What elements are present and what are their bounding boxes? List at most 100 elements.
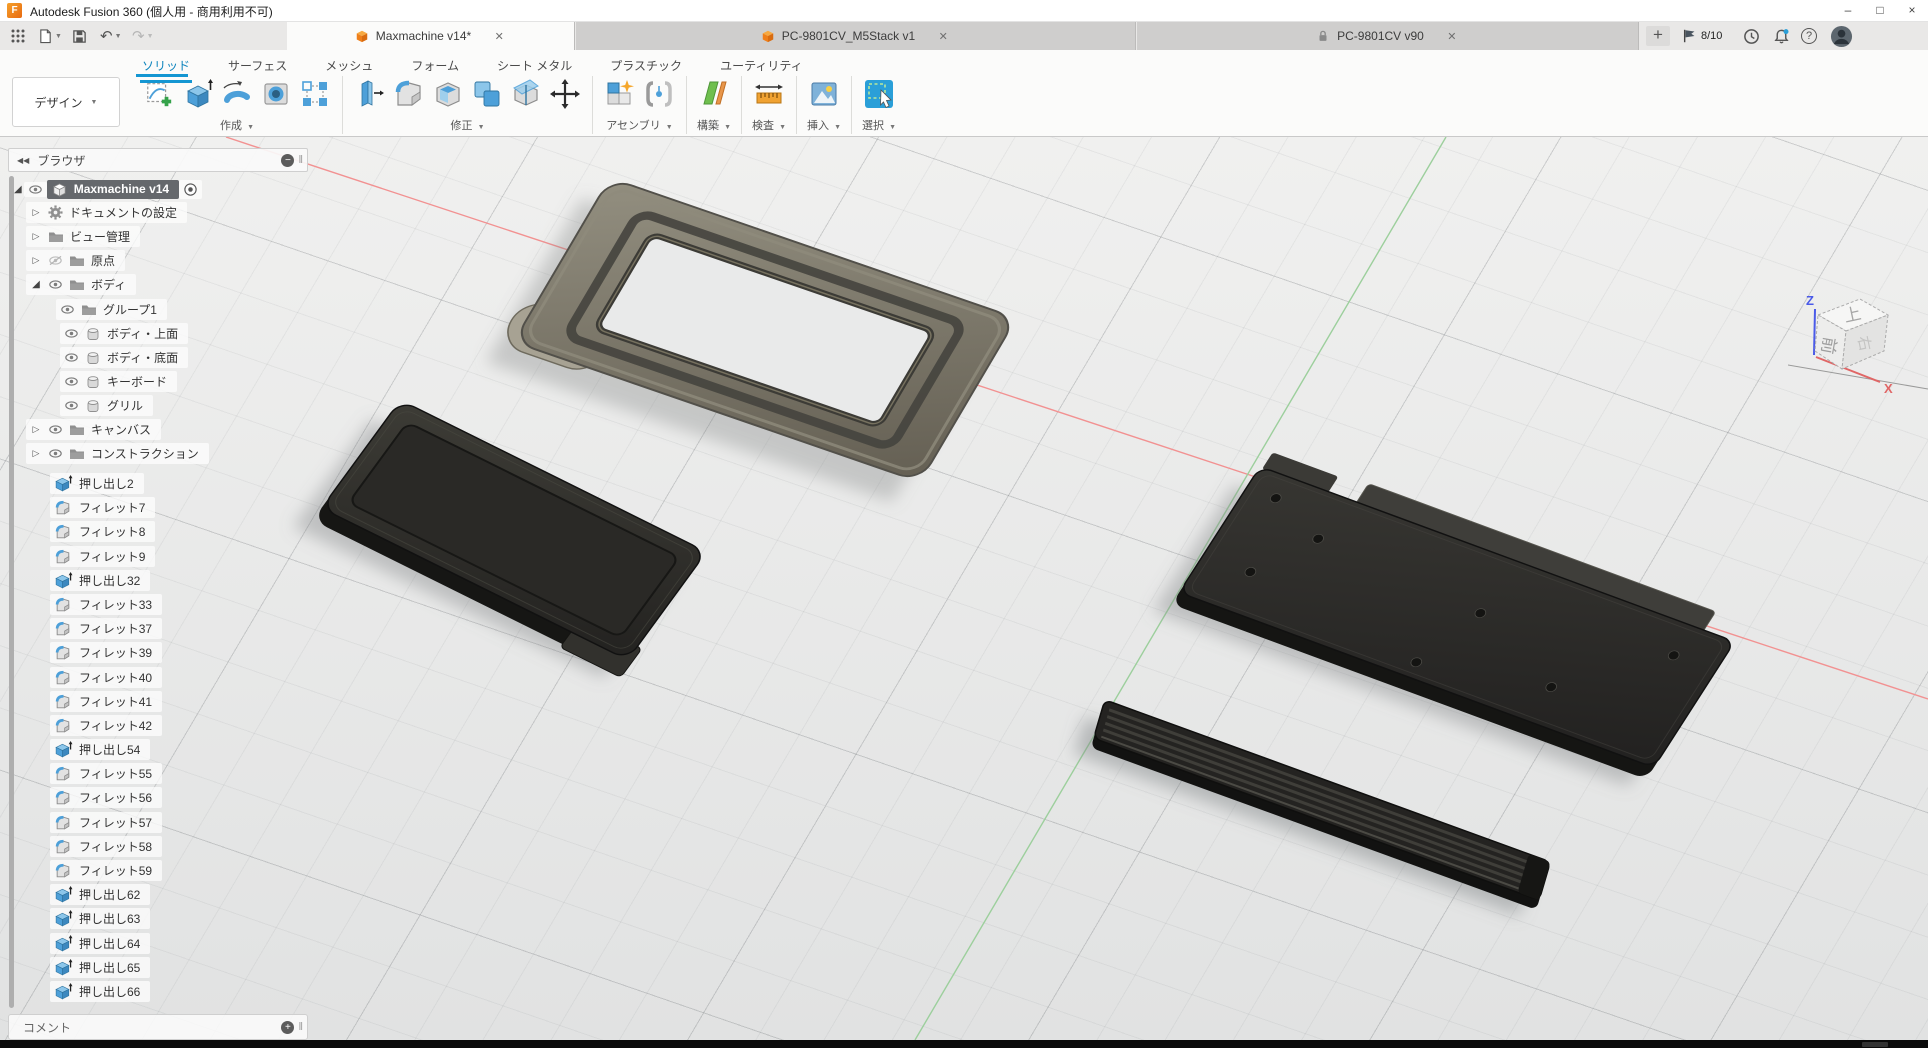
group-label-assembly[interactable]: アセンブリ ▼ [606,117,672,133]
eye-icon[interactable] [60,304,75,315]
eye-icon[interactable] [48,424,63,435]
tree-item-body-top[interactable]: ボディ・上面 [60,323,188,344]
app-menu-button[interactable] [10,25,26,47]
expand-icon[interactable]: ▷ [30,207,42,218]
tree-item-view-management[interactable]: ▷ビュー管理 [26,226,140,247]
user-avatar[interactable] [1830,25,1853,47]
job-status-button[interactable]: 8/10 [1682,25,1722,47]
eye-icon[interactable] [64,400,79,411]
group-label-insert[interactable]: 挿入 ▼ [807,117,841,133]
new-document-tab-button[interactable]: + [1646,26,1670,46]
feature-row[interactable]: 押し出し32 [50,570,150,591]
feature-row[interactable]: フィレット41 [50,691,162,712]
create-sketch-button[interactable] [141,76,177,112]
feature-row[interactable]: 押し出し54 [50,739,150,760]
combine-button[interactable] [469,76,505,112]
feature-row[interactable]: フィレット9 [50,546,155,567]
feature-row[interactable]: 押し出し62 [50,884,150,905]
insert-image-button[interactable] [806,76,842,112]
expand-icon[interactable]: ◢ [14,184,22,195]
feature-row[interactable]: 押し出し64 [50,933,150,954]
feature-row[interactable]: フィレット39 [50,642,162,663]
eye-icon[interactable] [28,184,43,195]
maximize-button[interactable]: □ [1864,0,1896,21]
feature-row[interactable]: フィレット7 [50,497,155,518]
feature-row[interactable]: フィレット55 [50,763,162,784]
tree-item-canvas[interactable]: ▷キャンバス [26,419,161,440]
eye-icon[interactable] [48,279,63,290]
group-label-construct[interactable]: 構築 ▼ [697,117,731,133]
viewport-canvas[interactable]: Z X 上 前 右 ▼ ▼ ▼ ▼ ▼ [0,137,1928,1040]
view-cube[interactable]: Z X 上 前 右 [1788,285,1928,410]
minimize-button[interactable]: – [1832,0,1864,21]
eye-icon[interactable] [48,448,63,459]
shell-button[interactable] [430,76,466,112]
joint-button[interactable] [641,76,677,112]
feature-row[interactable]: フィレット56 [50,787,162,808]
expand-icon[interactable]: ◢ [30,279,42,290]
pattern-button[interactable] [297,76,333,112]
body-bottom-panel[interactable] [1172,448,1747,779]
redo-button[interactable]: ↷▼ [132,25,154,47]
feature-row[interactable]: フィレット37 [50,618,162,639]
feature-row[interactable]: フィレット33 [50,594,162,615]
feature-row[interactable]: 押し出し2 [50,473,144,494]
expand-icon[interactable]: ▷ [30,424,42,435]
feature-row[interactable]: フィレット59 [50,860,162,881]
feature-row[interactable]: 押し出し66 [50,981,150,1002]
move-button[interactable] [547,76,583,112]
body-keyboard-tray[interactable] [310,400,711,677]
construction-plane-button[interactable] [696,76,732,112]
comment-input[interactable]: コメント + ‖ [8,1014,308,1040]
tree-item-grill[interactable]: グリル [60,395,153,416]
close-tab-icon[interactable]: ✕ [492,30,506,43]
expand-icon[interactable]: ▷ [30,448,42,459]
new-component-button[interactable] [602,76,638,112]
feature-row[interactable]: フィレット57 [50,812,162,833]
tree-item-document-settings[interactable]: ▷ドキュメントの設定 [26,202,187,223]
group-label-create[interactable]: 作成 ▼ [220,117,254,133]
expand-icon[interactable]: ▷ [30,231,42,242]
notifications-button[interactable] [1773,25,1790,47]
expand-icon[interactable]: ▷ [30,255,42,266]
select-button[interactable] [861,76,897,112]
group-label-select[interactable]: 選択 ▼ [862,117,896,133]
browser-scrollbar[interactable] [9,176,14,1008]
save-button[interactable] [72,25,87,47]
help-button[interactable]: ? [1801,25,1817,47]
tree-item-body-bottom[interactable]: ボディ・底面 [60,347,188,368]
close-window-button[interactable]: × [1896,0,1928,21]
revolve-button[interactable] [219,76,255,112]
browser-root-row[interactable]: ◢ Maxmachine v14 [14,178,202,200]
tree-item-bodies[interactable]: ◢ボディ [26,274,136,295]
tree-item-group1[interactable]: グループ1 [56,299,167,320]
close-tab-icon[interactable]: ✕ [936,30,950,43]
extensions-clock-button[interactable] [1743,25,1760,47]
group-label-modify[interactable]: 修正 ▼ [451,117,485,133]
split-body-button[interactable] [508,76,544,112]
activate-radio-icon[interactable] [183,182,198,197]
tree-item-construction[interactable]: ▷コンストラクション [26,443,209,464]
workspace-selector[interactable]: デザイン▼ [12,77,120,127]
collapse-panel-icon[interactable]: ◀◀ [17,156,29,165]
panel-grip[interactable]: ‖ [298,1021,303,1033]
feature-row[interactable]: フィレット58 [50,836,162,857]
undo-button[interactable]: ↶▼ [100,25,122,47]
eye-icon[interactable] [64,328,79,339]
panel-minus-button[interactable]: − [281,154,294,167]
feature-row[interactable]: フィレット8 [50,521,155,542]
extrude-button[interactable] [180,76,216,112]
eye-icon[interactable] [64,376,79,387]
document-tab-pc9801cv-m5stack[interactable]: PC-9801CV_M5Stack v1 ✕ [576,22,1136,50]
tree-item-origin[interactable]: ▷原点 [26,250,125,271]
hole-button[interactable] [258,76,294,112]
measure-button[interactable] [751,76,787,112]
feature-row[interactable]: 押し出し65 [50,957,150,978]
tree-item-keyboard[interactable]: キーボード [60,371,177,392]
add-comment-icon[interactable]: + [281,1021,294,1034]
close-tab-icon[interactable]: ✕ [1445,30,1459,43]
group-label-inspect[interactable]: 検査 ▼ [752,117,786,133]
document-tab-pc9801cv[interactable]: PC-9801CV v90 ✕ [1137,22,1639,50]
file-menu-button[interactable]: ▼ [38,25,62,47]
eye-off-icon[interactable] [48,255,63,266]
